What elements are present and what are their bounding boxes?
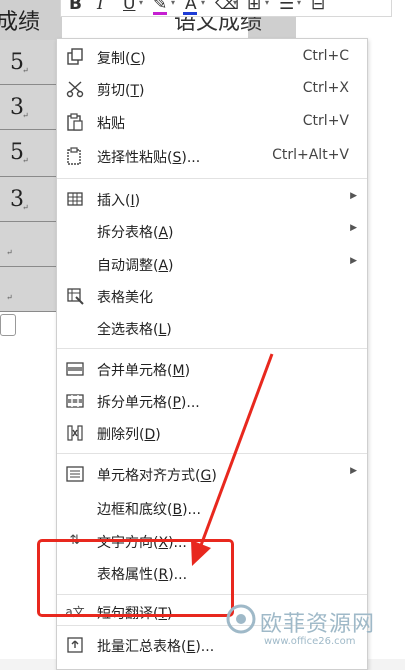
watermark-logo-icon [226,604,256,634]
watermark-name: 欧菲资源网 [260,612,376,637]
watermark: 欧菲资源网 www.office26.com [224,600,405,659]
watermark-url: www.office26.com [264,636,356,647]
annotation-arrow-icon [191,353,274,566]
